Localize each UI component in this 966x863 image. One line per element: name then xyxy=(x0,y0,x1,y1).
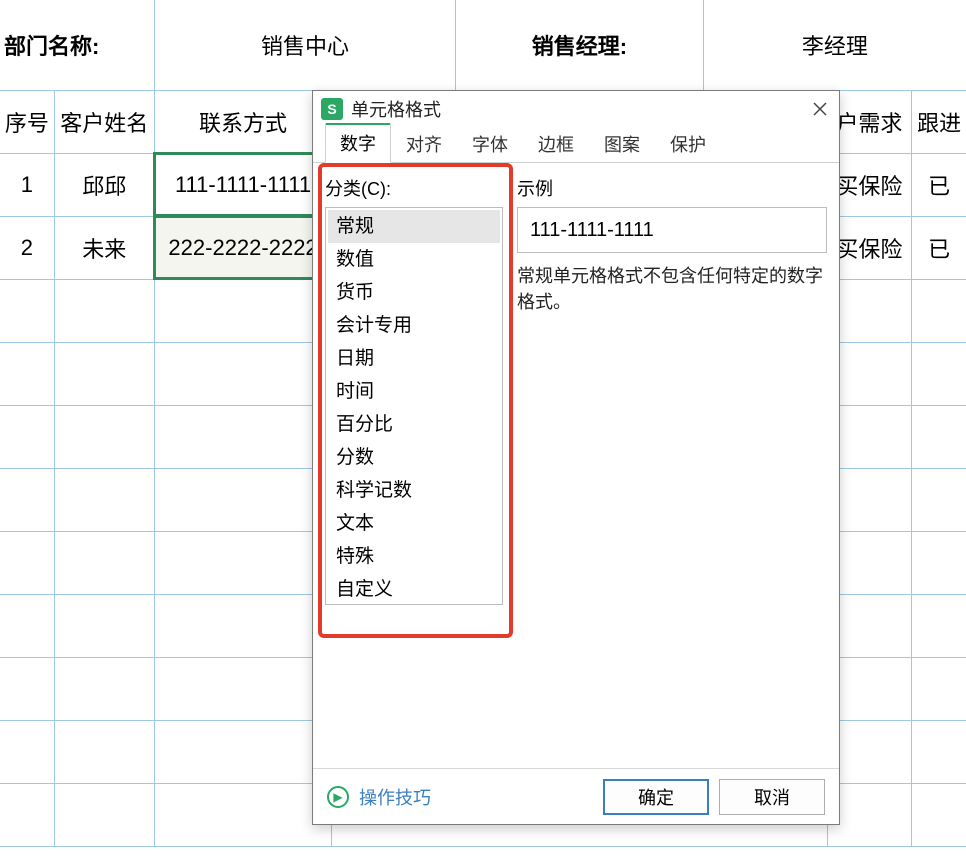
tips-link[interactable]: 操作技巧 xyxy=(359,784,431,810)
col-name[interactable]: 客户姓名 xyxy=(54,90,154,153)
tab-protect[interactable]: 保护 xyxy=(655,124,721,163)
cat-scientific[interactable]: 科学记数 xyxy=(328,474,500,507)
app-icon: S xyxy=(321,98,343,120)
cat-general[interactable]: 常规 xyxy=(328,210,500,243)
cat-currency[interactable]: 货币 xyxy=(328,276,500,309)
cat-time[interactable]: 时间 xyxy=(328,375,500,408)
cell-phone[interactable]: 222-2222-2222 xyxy=(154,216,332,279)
preview-value: 111-1111-1111 xyxy=(517,207,827,253)
category-label: 分类(C): xyxy=(325,175,503,201)
tab-align[interactable]: 对齐 xyxy=(391,124,457,163)
dialog-footer: ▶ 操作技巧 确定 取消 xyxy=(313,768,839,824)
cell-idx[interactable]: 1 xyxy=(0,153,54,216)
cat-accounting[interactable]: 会计专用 xyxy=(328,309,500,342)
dialog-title: 单元格格式 xyxy=(351,96,441,122)
cell-follow[interactable]: 已 xyxy=(912,216,966,279)
cat-special[interactable]: 特殊 xyxy=(328,540,500,573)
cell-name[interactable]: 邱邱 xyxy=(54,153,154,216)
cat-date[interactable]: 日期 xyxy=(328,342,500,375)
category-list[interactable]: 常规 数值 货币 会计专用 日期 时间 百分比 分数 科学记数 文本 特殊 自定… xyxy=(325,207,503,605)
cat-percent[interactable]: 百分比 xyxy=(328,408,500,441)
tab-number[interactable]: 数字 xyxy=(325,123,391,163)
category-pane: 分类(C): 常规 数值 货币 会计专用 日期 时间 百分比 分数 科学记数 文… xyxy=(325,175,503,756)
col-phone[interactable]: 联系方式 xyxy=(154,90,332,153)
cell-phone[interactable]: 111-1111-1111 xyxy=(154,153,332,216)
cat-text[interactable]: 文本 xyxy=(328,507,500,540)
tab-font[interactable]: 字体 xyxy=(457,124,523,163)
close-icon[interactable] xyxy=(807,96,833,122)
cat-number[interactable]: 数值 xyxy=(328,243,500,276)
dialog-titlebar[interactable]: S 单元格格式 xyxy=(313,91,839,127)
tab-border[interactable]: 边框 xyxy=(523,124,589,163)
dept-label: 部门名称: xyxy=(4,34,99,59)
mgr-label: 销售经理: xyxy=(532,34,627,59)
cancel-button[interactable]: 取消 xyxy=(719,779,825,815)
cat-fraction[interactable]: 分数 xyxy=(328,441,500,474)
play-icon: ▶ xyxy=(327,786,349,808)
mgr-value: 李经理 xyxy=(802,34,868,59)
cell-follow[interactable]: 已 xyxy=(912,153,966,216)
preview-title: 示例 xyxy=(517,175,827,201)
col-index[interactable]: 序号 xyxy=(0,90,54,153)
dialog-tabs: 数字 对齐 字体 边框 图案 保护 xyxy=(313,127,839,163)
tab-pattern[interactable]: 图案 xyxy=(589,124,655,163)
cat-custom[interactable]: 自定义 xyxy=(328,573,500,605)
ok-button[interactable]: 确定 xyxy=(603,779,709,815)
dialog-body: 分类(C): 常规 数值 货币 会计专用 日期 时间 百分比 分数 科学记数 文… xyxy=(313,163,839,768)
cell-idx[interactable]: 2 xyxy=(0,216,54,279)
col-follow[interactable]: 跟进 xyxy=(912,90,966,153)
dept-value: 销售中心 xyxy=(261,34,349,59)
cell-name[interactable]: 未来 xyxy=(54,216,154,279)
preview-pane: 示例 111-1111-1111 常规单元格格式不包含任何特定的数字格式。 xyxy=(517,175,827,756)
preview-desc: 常规单元格格式不包含任何特定的数字格式。 xyxy=(517,263,827,315)
cell-format-dialog: S 单元格格式 数字 对齐 字体 边框 图案 保护 分类(C): 常规 数值 货… xyxy=(312,90,840,825)
